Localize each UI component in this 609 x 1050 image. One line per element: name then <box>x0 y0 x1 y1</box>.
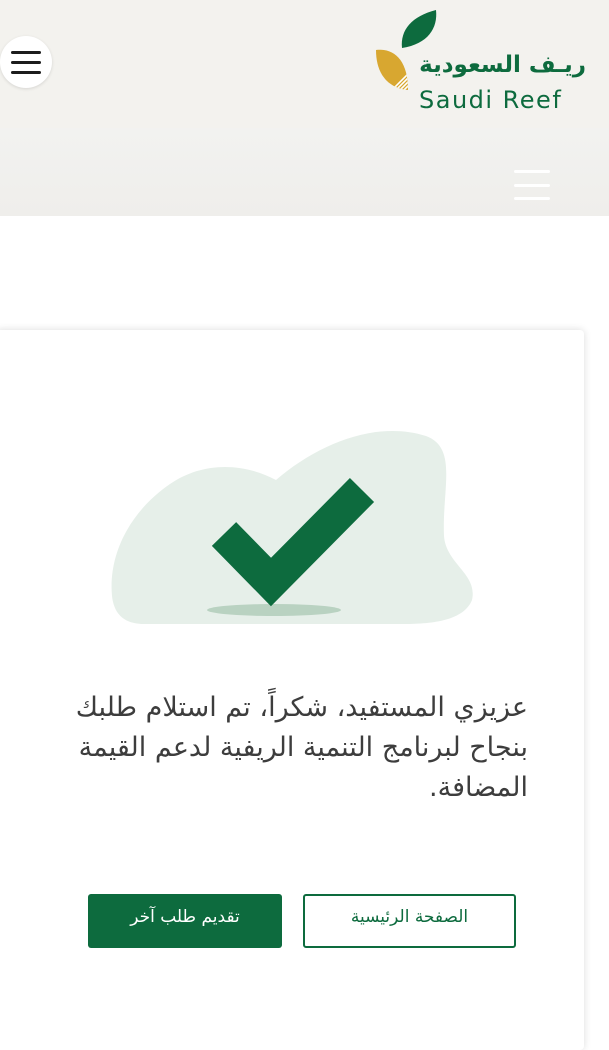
hamburger-menu-icon <box>11 50 41 54</box>
logo-english-text: Saudi Reef <box>419 86 563 114</box>
home-page-button[interactable]: الصفحة الرئيسية <box>303 894 516 948</box>
background-blob <box>111 430 473 624</box>
secondary-menu-button[interactable] <box>514 170 550 200</box>
hamburger-menu-icon <box>514 170 550 173</box>
site-header: ريـف السعودية Saudi Reef <box>0 0 609 128</box>
success-illustration <box>111 430 473 624</box>
menu-button[interactable] <box>0 36 52 88</box>
logo-arabic-text: ريـف السعودية <box>419 52 586 78</box>
saudi-reef-logo[interactable]: ريـف السعودية Saudi Reef <box>372 8 594 118</box>
confirmation-message: عزيزي المستفيد، شكراً، تم استلام طلبك بن… <box>75 692 528 803</box>
checkmark-shadow <box>207 604 341 616</box>
submit-another-request-button[interactable]: تقديم طلب آخر <box>88 894 282 948</box>
